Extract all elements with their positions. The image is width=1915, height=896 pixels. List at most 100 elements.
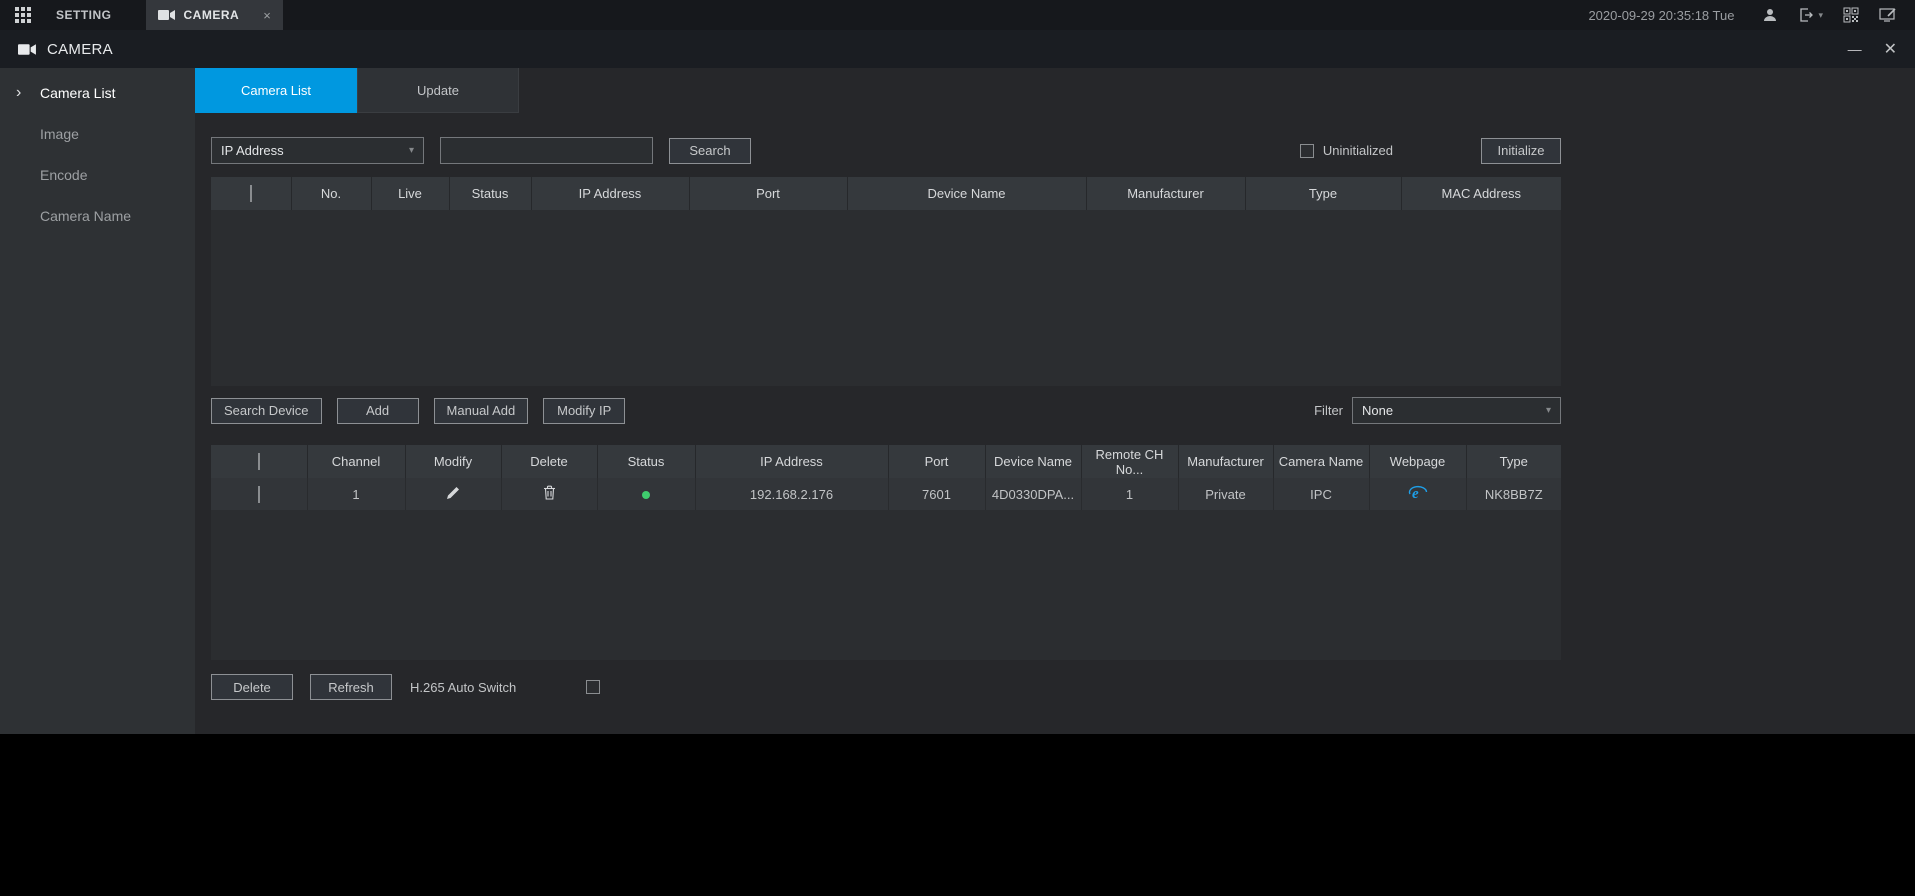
setting-tab-label: SETTING (56, 8, 112, 22)
display-icon[interactable] (1879, 7, 1897, 23)
status-online-icon (642, 490, 650, 499)
row-manufacturer: Private (1178, 478, 1274, 510)
user-icon[interactable] (1762, 7, 1778, 23)
added-table-header-row: Channel Modify Delete Status IP Address … (211, 445, 1561, 478)
search-type-dropdown[interactable]: IP Address ▾ (211, 137, 424, 164)
modify-ip-button[interactable]: Modify IP (543, 397, 626, 424)
tab-update[interactable]: Update (357, 68, 519, 113)
ie-browser-icon[interactable]: e (1408, 484, 1428, 502)
actions-row: Search Device Add Manual Add Modify IP F… (211, 397, 1561, 424)
row-delete-cell (501, 478, 598, 510)
table-row: 1 192.168.2.176 7601 4D0330DPA... 1 Priv… (211, 478, 1561, 510)
content: IP Address ▾ Search Uninitialized Initia… (211, 137, 1561, 700)
main-tabs: Camera List Update (195, 68, 1915, 113)
col-live: Live (371, 177, 450, 210)
camera-icon (157, 10, 175, 20)
row-checkbox[interactable] (257, 485, 260, 503)
device-table-header-row: No. Live Status IP Address Port Device N… (211, 177, 1561, 210)
row-remote-ch-no: 1 (1081, 478, 1179, 510)
window-controls: — ✕ (1848, 39, 1897, 59)
search-input[interactable] (440, 137, 653, 164)
added-table-grid: Channel Modify Delete Status IP Address … (211, 445, 1561, 510)
minimize-button[interactable]: — (1848, 41, 1862, 57)
col-mac-address: MAC Address (1401, 177, 1561, 210)
add-button[interactable]: Add (336, 397, 419, 424)
filter-group: Filter None ▾ (1314, 397, 1561, 424)
logout-icon[interactable]: ▾ (1798, 7, 1823, 23)
uninitialized-checkbox[interactable] (1299, 143, 1314, 158)
device-table-grid: No. Live Status IP Address Port Device N… (211, 177, 1561, 210)
row-select-cell (211, 478, 308, 510)
trash-icon[interactable] (543, 485, 556, 500)
col-status: Status (449, 177, 532, 210)
main-panel: Camera List Update IP Address ▾ Search U… (195, 68, 1915, 734)
col-manufacturer: Manufacturer (1178, 445, 1274, 478)
qr-code-icon[interactable] (1843, 7, 1859, 23)
main-menu-button[interactable] (0, 0, 46, 30)
top-bar: SETTING CAMERA × 2020-09-29 20:35:18 Tue (0, 0, 1915, 30)
col-channel: Channel (307, 445, 406, 478)
h265-auto-switch-checkbox[interactable] (586, 680, 601, 694)
added-table-select-all-checkbox[interactable] (257, 453, 260, 470)
window-title-bar: CAMERA — ✕ (0, 30, 1915, 68)
h265-auto-switch-label: H.265 Auto Switch (410, 679, 517, 695)
initialize-button[interactable]: Initialize (1481, 137, 1561, 164)
search-row-right: Uninitialized Initialize (1299, 137, 1561, 164)
col-type: Type (1466, 445, 1561, 478)
col-remote-ch-no: Remote CH No... (1081, 445, 1179, 478)
sidebar-item-label: Camera Name (40, 207, 132, 224)
col-status: Status (597, 445, 696, 478)
row-type: NK8BB7Z (1466, 478, 1561, 510)
footer-row: Delete Refresh H.265 Auto Switch (211, 674, 1561, 700)
filter-value: None (1362, 403, 1394, 418)
sidebar-item-camera-list[interactable]: › Camera List (0, 72, 195, 113)
refresh-button[interactable]: Refresh (310, 674, 392, 700)
row-webpage-cell: e (1369, 478, 1467, 510)
sidebar-item-image[interactable]: Image (0, 113, 195, 154)
col-type: Type (1245, 177, 1402, 210)
window-title: CAMERA (47, 40, 113, 58)
filter-dropdown[interactable]: None ▾ (1352, 397, 1561, 424)
sidebar-item-label: Camera List (40, 84, 116, 101)
sidebar-item-label: Image (40, 125, 79, 142)
uninitialized-label: Uninitialized (1322, 143, 1393, 158)
row-device-name: 4D0330DPA... (985, 478, 1082, 510)
col-modify: Modify (405, 445, 502, 478)
sidebar-item-label: Encode (40, 166, 88, 183)
col-ip-address: IP Address (531, 177, 690, 210)
filter-label: Filter (1314, 403, 1343, 418)
search-row: IP Address ▾ Search Uninitialized Initia… (211, 137, 1561, 164)
sidebar: › Camera List Image Encode Camera Name (0, 68, 195, 734)
search-button[interactable]: Search (669, 137, 751, 164)
search-type-value: IP Address (221, 143, 284, 158)
device-table: No. Live Status IP Address Port Device N… (211, 177, 1561, 386)
col-ip-address: IP Address (695, 445, 889, 478)
device-table-select-all-cell (211, 177, 292, 210)
added-table-select-all-cell (211, 445, 308, 478)
device-table-select-all-checkbox[interactable] (249, 185, 252, 202)
workspace: › Camera List Image Encode Camera Name C… (0, 68, 1915, 734)
pencil-icon[interactable] (446, 486, 460, 500)
row-ip-address: 192.168.2.176 (695, 478, 889, 510)
sidebar-item-encode[interactable]: Encode (0, 154, 195, 195)
camera-tab-close-icon[interactable]: × (263, 8, 271, 23)
search-device-button[interactable]: Search Device (211, 397, 322, 424)
manual-add-button[interactable]: Manual Add (433, 397, 529, 424)
logout-chevron-icon: ▾ (1818, 9, 1823, 20)
sidebar-active-arrow-icon: › (16, 83, 22, 101)
camera-tab-label: CAMERA (183, 8, 240, 22)
sidebar-item-camera-name[interactable]: Camera Name (0, 195, 195, 236)
col-no: No. (291, 177, 372, 210)
tab-camera-list[interactable]: Camera List (195, 68, 357, 113)
row-status-cell (597, 478, 696, 510)
col-camera-name: Camera Name (1273, 445, 1370, 478)
row-modify-cell (405, 478, 502, 510)
delete-button[interactable]: Delete (211, 674, 293, 700)
close-button[interactable]: ✕ (1884, 39, 1897, 59)
grid-icon (15, 7, 31, 23)
camera-title-icon (18, 43, 36, 55)
col-webpage: Webpage (1369, 445, 1467, 478)
top-tab-setting[interactable]: SETTING (46, 0, 146, 30)
top-tab-camera[interactable]: CAMERA × (145, 0, 284, 30)
datetime: 2020-09-29 20:35:18 Tue (1588, 7, 1735, 23)
